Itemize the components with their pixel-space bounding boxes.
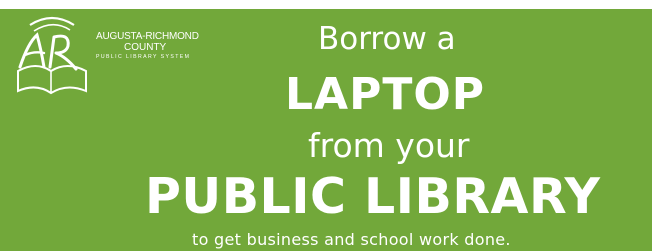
library-logo: AUGUSTA-RICHMOND COUNTY PUBLIC LIBRARY S… — [10, 13, 240, 98]
ar-logo-icon — [17, 16, 87, 95]
logo-line-augusta-richmond: AUGUSTA-RICHMOND — [96, 31, 199, 42]
headline-from-your: from your — [308, 126, 470, 165]
headline-laptop: LAPTOP — [285, 69, 486, 120]
tagline: to get business and school work done. — [192, 230, 511, 249]
logo-line-county: COUNTY — [124, 41, 167, 53]
headline-borrow-a: Borrow a — [318, 21, 456, 57]
logo-text: AUGUSTA-RICHMOND COUNTY PUBLIC LIBRARY S… — [96, 31, 199, 60]
promo-banner: AUGUSTA-RICHMOND COUNTY PUBLIC LIBRARY S… — [0, 9, 652, 251]
headline-public-library: PUBLIC LIBRARY — [145, 168, 601, 225]
logo-line-library-system: PUBLIC LIBRARY SYSTEM — [96, 54, 191, 60]
